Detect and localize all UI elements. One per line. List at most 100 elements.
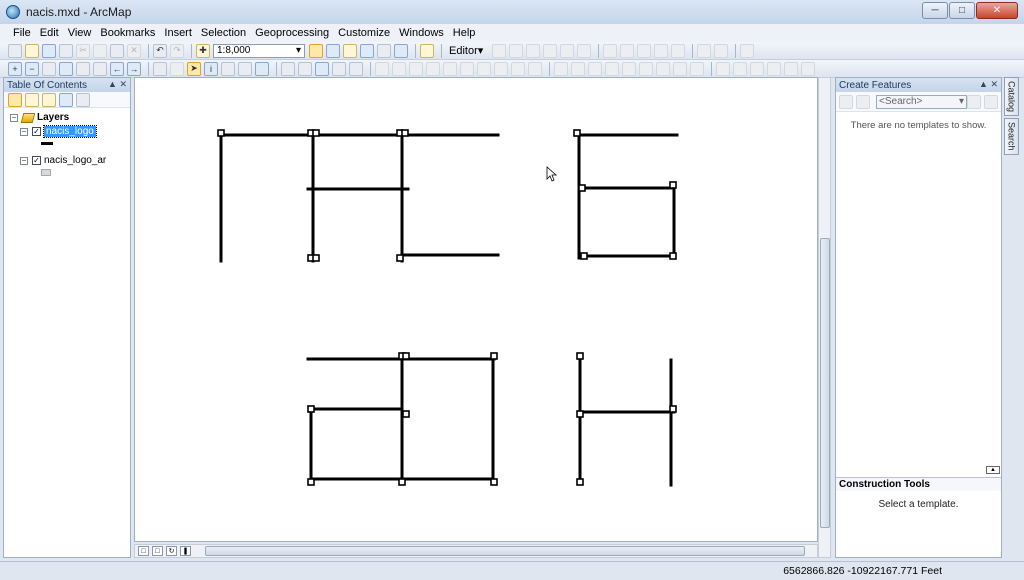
list-by-selection-icon[interactable] [59, 92, 73, 107]
map-display[interactable] [134, 77, 818, 542]
time-slider-icon[interactable] [332, 61, 346, 76]
collapse-icon[interactable]: − [20, 156, 28, 165]
straight-segment-icon[interactable] [526, 43, 541, 58]
clip-icon[interactable] [750, 61, 764, 76]
split-icon[interactable] [654, 43, 669, 58]
parallel-icon[interactable] [656, 61, 670, 76]
rotate-icon[interactable] [671, 43, 686, 58]
find-route-icon[interactable] [298, 61, 312, 76]
table-of-contents-window-icon[interactable] [326, 43, 340, 58]
search-tab[interactable]: Search [1004, 118, 1019, 155]
end-point-arc-icon[interactable] [543, 43, 558, 58]
vertex-marker[interactable] [402, 352, 410, 360]
collapse-icon[interactable]: − [20, 127, 28, 136]
fixed-zoom-out-icon[interactable] [93, 61, 107, 76]
minimize-button[interactable]: ─ [922, 2, 948, 19]
paste-icon[interactable] [110, 43, 124, 58]
back-extent-icon[interactable]: ← [110, 61, 124, 76]
split-polygons-icon[interactable] [767, 61, 781, 76]
find-binoculars-icon[interactable] [281, 61, 295, 76]
editor-toolbar-icon[interactable] [309, 43, 323, 58]
organize-templates-icon[interactable] [839, 94, 853, 109]
vertex-marker[interactable] [312, 254, 320, 262]
map-vertical-scrollbar[interactable] [818, 77, 831, 558]
merge-icon[interactable] [716, 61, 730, 76]
copy-icon[interactable] [93, 43, 107, 58]
create-features-pin-close-icons[interactable]: ▲ ✕ [979, 79, 998, 90]
vertex-marker[interactable] [217, 129, 225, 137]
construct-polygons-icon[interactable] [784, 61, 798, 76]
vertex-marker[interactable] [669, 181, 677, 189]
html-popup-icon[interactable] [238, 61, 252, 76]
vertex-marker[interactable] [402, 410, 410, 418]
explode-icon[interactable] [511, 61, 525, 76]
vertex-marker[interactable] [669, 405, 677, 413]
menu-view[interactable]: View [64, 27, 96, 39]
identify-icon[interactable]: i [204, 61, 218, 76]
circle-tool-icon[interactable] [605, 61, 619, 76]
layer-name[interactable]: nacis_logo [43, 125, 97, 138]
layout-view-icon[interactable]: □ [152, 546, 163, 556]
save-icon[interactable] [42, 43, 56, 58]
open-folder-icon[interactable] [25, 43, 39, 58]
map-scale-dropdown[interactable]: 1:8,000 ▾ [213, 43, 305, 58]
menu-edit[interactable]: Edit [36, 27, 63, 39]
template-search-input[interactable]: <Search> ▾ [876, 94, 967, 109]
cut-icon[interactable]: ✂ [76, 43, 90, 58]
vertical-scroll-thumb[interactable] [820, 238, 830, 528]
union-icon[interactable] [733, 61, 747, 76]
vertex-marker[interactable] [576, 352, 584, 360]
options-icon[interactable] [76, 92, 90, 107]
layer-symbol-polygon[interactable] [41, 169, 51, 176]
auto-complete-polygon-icon[interactable] [801, 61, 815, 76]
clear-selection-icon[interactable] [170, 61, 184, 76]
vertex-marker[interactable] [580, 252, 588, 260]
layer-symbol-line[interactable] [41, 142, 53, 145]
menu-file[interactable]: File [9, 27, 35, 39]
template-view-icon[interactable] [856, 94, 870, 109]
fixed-zoom-in-icon[interactable] [76, 61, 90, 76]
topology-tool-icon[interactable] [375, 61, 389, 76]
toc-pin-close-icons[interactable]: ▲ ✕ [108, 79, 127, 90]
vertex-marker[interactable] [578, 184, 586, 192]
rectangle-tool-icon[interactable] [588, 61, 602, 76]
align-edge-icon[interactable] [571, 61, 585, 76]
menu-geoprocessing[interactable]: Geoprocessing [251, 27, 333, 39]
menu-insert[interactable]: Insert [160, 27, 196, 39]
measure-icon[interactable] [255, 61, 269, 76]
create-features-window-icon[interactable] [740, 43, 755, 58]
layer-name[interactable]: nacis_logo_ar [44, 155, 106, 166]
pan-hand-icon[interactable] [42, 61, 56, 76]
refresh-icon[interactable]: ↻ [166, 546, 177, 556]
search-window-icon[interactable] [360, 43, 374, 58]
new-document-icon[interactable] [8, 43, 22, 58]
extend-icon[interactable] [460, 61, 474, 76]
layer-visibility-checkbox[interactable]: ✓ [32, 127, 41, 136]
trace-icon[interactable] [560, 43, 575, 58]
search-icon[interactable] [967, 94, 981, 109]
generalize-icon[interactable] [528, 61, 542, 76]
go-to-xy-icon[interactable] [315, 61, 329, 76]
vertex-marker[interactable] [573, 129, 581, 137]
layer-visibility-checkbox[interactable]: ✓ [32, 156, 41, 165]
zoom-out-icon[interactable]: − [25, 61, 39, 76]
print-icon[interactable] [59, 43, 73, 58]
vertex-marker[interactable] [401, 129, 409, 137]
vertex-marker[interactable] [576, 478, 584, 486]
ellipse-tool-icon[interactable] [622, 61, 636, 76]
copy-features-icon[interactable] [426, 61, 440, 76]
reshape-feature-icon[interactable] [620, 43, 635, 58]
vertex-marker[interactable] [307, 405, 315, 413]
georef-tool-icon[interactable] [554, 61, 568, 76]
vertex-marker[interactable] [312, 129, 320, 137]
list-by-visibility-icon[interactable] [42, 92, 56, 107]
vertex-marker[interactable] [396, 254, 404, 262]
catalog-window-icon[interactable] [343, 43, 357, 58]
buffer-icon[interactable] [690, 61, 704, 76]
cut-polygons-icon[interactable] [637, 43, 652, 58]
catalog-tab[interactable]: Catalog [1004, 77, 1019, 117]
list-by-drawing-order-icon[interactable] [8, 92, 22, 107]
attributes-icon[interactable] [697, 43, 712, 58]
snapping-icon[interactable] [392, 61, 406, 76]
undo-icon[interactable]: ↶ [153, 43, 167, 58]
